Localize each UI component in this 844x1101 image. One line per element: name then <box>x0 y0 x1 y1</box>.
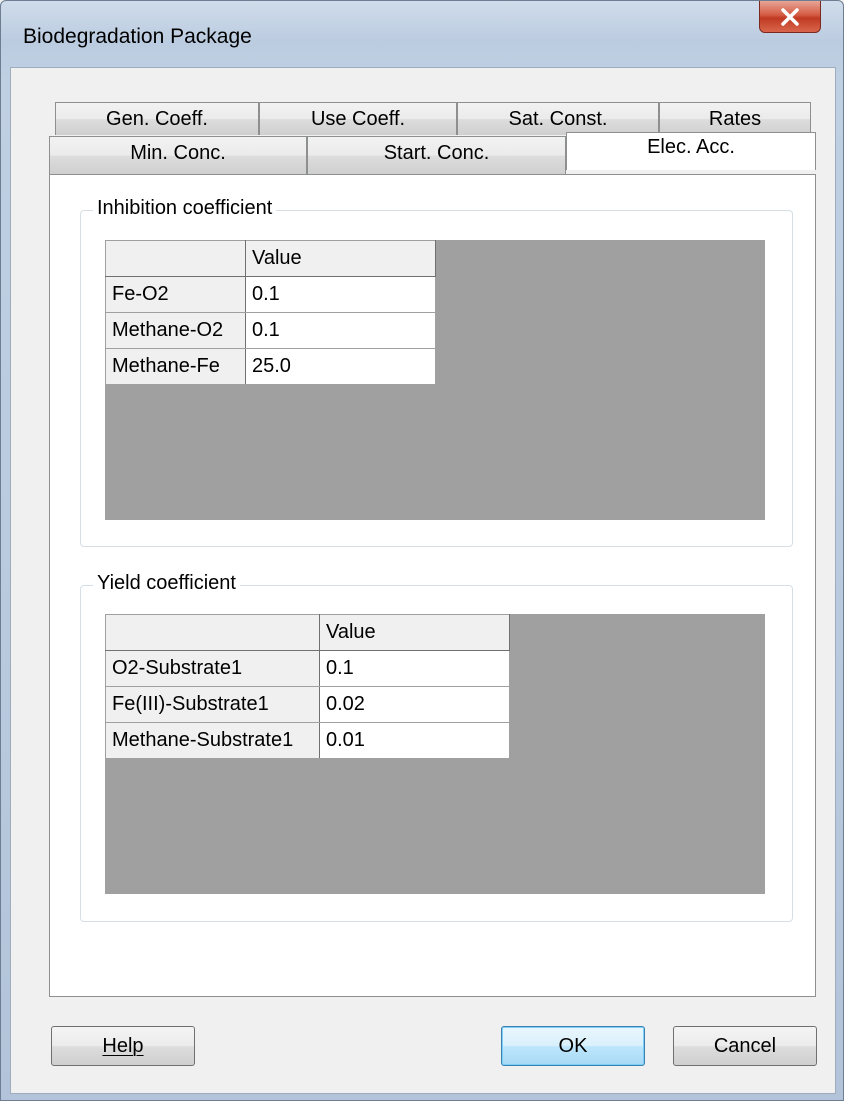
ok-button[interactable]: OK <box>501 1026 645 1066</box>
value-cell[interactable]: 0.1 <box>245 312 436 349</box>
row-header[interactable]: Methane-Fe <box>105 348 246 385</box>
inhibition-table: Value Fe-O2 0.1 Methane-O2 0.1 Methane-F… <box>105 240 436 385</box>
tab-start-conc[interactable]: Start. Conc. <box>307 136 566 174</box>
table-row: Fe-O2 0.1 <box>105 276 436 313</box>
yield-grid[interactable]: Value O2-Substrate1 0.1 Fe(III)-Substrat… <box>105 614 765 894</box>
value-cell[interactable]: 0.01 <box>319 722 510 759</box>
title-bar[interactable]: Biodegradation Package <box>1 1 843 61</box>
yield-group-label: Yield coefficient <box>93 572 240 595</box>
value-cell[interactable]: 0.02 <box>319 686 510 723</box>
table-row: Methane-Fe 25.0 <box>105 348 436 385</box>
table-row: Methane-O2 0.1 <box>105 312 436 349</box>
row-header[interactable]: Methane-Substrate1 <box>105 722 320 759</box>
table-row: Methane-Substrate1 0.01 <box>105 722 510 759</box>
value-cell[interactable]: 0.1 <box>245 276 436 313</box>
dialog-window: Biodegradation Package Gen. Coeff. Use C… <box>0 0 844 1101</box>
tab-sat-const[interactable]: Sat. Const. <box>457 102 659 135</box>
corner-header-cell <box>105 614 320 651</box>
tab-panel-elec-acc: Inhibition coefficient Value Fe-O2 0.1 M… <box>49 174 816 997</box>
help-button[interactable]: Help <box>51 1026 195 1066</box>
value-cell[interactable]: 25.0 <box>245 348 436 385</box>
row-header[interactable]: Fe-O2 <box>105 276 246 313</box>
yield-table: Value O2-Substrate1 0.1 Fe(III)-Substrat… <box>105 614 510 759</box>
corner-header-cell <box>105 240 246 277</box>
inhibition-group-label: Inhibition coefficient <box>93 197 277 220</box>
table-row: Fe(III)-Substrate1 0.02 <box>105 686 510 723</box>
value-column-header[interactable]: Value <box>319 614 510 651</box>
help-button-label: Help <box>102 1035 144 1057</box>
table-row: O2-Substrate1 0.1 <box>105 650 510 687</box>
close-icon <box>781 7 799 26</box>
yield-group: Yield coefficient Value O2-Substrate1 0.… <box>80 572 793 922</box>
close-button[interactable] <box>759 1 821 33</box>
tab-elec-acc[interactable]: Elec. Acc. <box>566 132 816 170</box>
tab-rates[interactable]: Rates <box>659 102 811 135</box>
row-header[interactable]: O2-Substrate1 <box>105 650 320 687</box>
inhibition-grid[interactable]: Value Fe-O2 0.1 Methane-O2 0.1 Methane-F… <box>105 240 765 520</box>
ok-button-label: OK <box>558 1035 588 1057</box>
tab-min-conc[interactable]: Min. Conc. <box>49 136 307 174</box>
cancel-button[interactable]: Cancel <box>673 1026 817 1066</box>
row-header[interactable]: Fe(III)-Substrate1 <box>105 686 320 723</box>
inhibition-group: Inhibition coefficient Value Fe-O2 0.1 M… <box>80 197 793 547</box>
value-column-header[interactable]: Value <box>245 240 436 277</box>
value-cell[interactable]: 0.1 <box>319 650 510 687</box>
dialog-client-area: Gen. Coeff. Use Coeff. Sat. Const. Rates… <box>10 67 836 1094</box>
tab-gen-coeff[interactable]: Gen. Coeff. <box>55 102 259 135</box>
row-header[interactable]: Methane-O2 <box>105 312 246 349</box>
tab-use-coeff[interactable]: Use Coeff. <box>259 102 457 135</box>
cancel-button-label: Cancel <box>713 1035 777 1057</box>
window-title: Biodegradation Package <box>23 25 252 48</box>
